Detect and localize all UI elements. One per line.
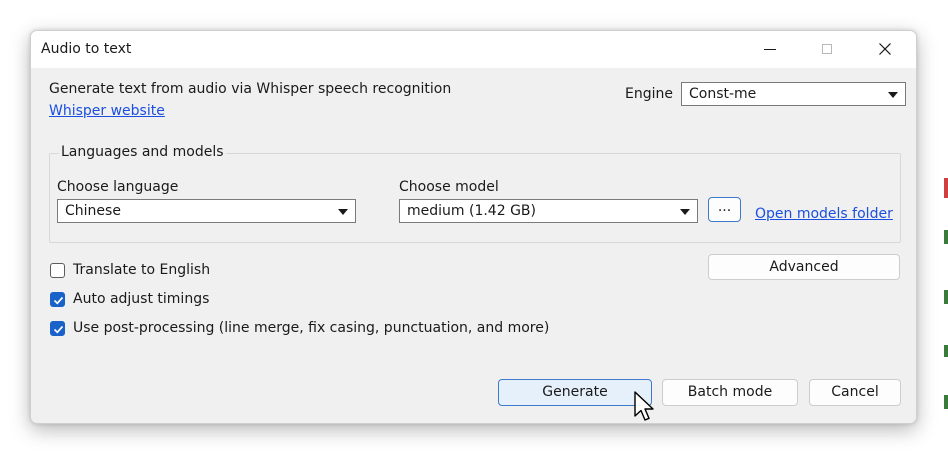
advanced-button[interactable]: Advanced (708, 254, 900, 280)
chevron-down-icon (680, 209, 690, 215)
model-dropdown[interactable]: medium (1.42 GB) (399, 199, 698, 223)
background-window-edge (944, 178, 948, 409)
language-value: Chinese (65, 203, 121, 219)
cancel-button[interactable]: Cancel (809, 379, 901, 406)
group-title: Languages and models (59, 144, 226, 160)
window-title: Audio to text (41, 41, 132, 57)
minimize-button[interactable] (748, 31, 794, 68)
title-bar: Audio to text (31, 31, 916, 68)
browse-models-button[interactable]: ... (708, 197, 741, 222)
chevron-down-icon (888, 92, 898, 98)
engine-dropdown[interactable]: Const-me (681, 82, 906, 106)
description-text: Generate text from audio via Whisper spe… (49, 81, 452, 97)
choose-model-label: Choose model (399, 179, 499, 195)
mouse-pointer-icon (634, 391, 654, 421)
whisper-website-link[interactable]: Whisper website (49, 103, 165, 119)
engine-label: Engine (625, 86, 673, 102)
maximize-button (805, 31, 851, 68)
checkmark-icon (53, 325, 64, 334)
choose-language-label: Choose language (57, 179, 179, 195)
close-icon (879, 43, 891, 55)
post-processing-label: Use post-processing (line merge, fix cas… (73, 320, 550, 336)
generate-button[interactable]: Generate (498, 379, 652, 406)
language-dropdown[interactable]: Chinese (57, 199, 356, 223)
minimize-icon (764, 49, 776, 50)
open-models-folder-link[interactable]: Open models folder (755, 206, 893, 222)
batch-mode-button[interactable]: Batch mode (662, 379, 798, 406)
audio-to-text-dialog: Audio to text Generate text from audio v… (30, 30, 917, 424)
model-value: medium (1.42 GB) (407, 203, 536, 219)
post-processing-checkbox[interactable] (50, 321, 65, 336)
auto-adjust-checkbox[interactable] (50, 292, 65, 307)
engine-value: Const-me (689, 86, 757, 102)
languages-models-group (49, 153, 901, 243)
chevron-down-icon (338, 209, 348, 215)
close-button[interactable] (863, 31, 909, 68)
checkmark-icon (53, 296, 64, 305)
maximize-icon (822, 44, 832, 54)
auto-adjust-label: Auto adjust timings (73, 291, 210, 307)
translate-checkbox[interactable] (50, 263, 65, 278)
translate-label: Translate to English (73, 262, 211, 278)
